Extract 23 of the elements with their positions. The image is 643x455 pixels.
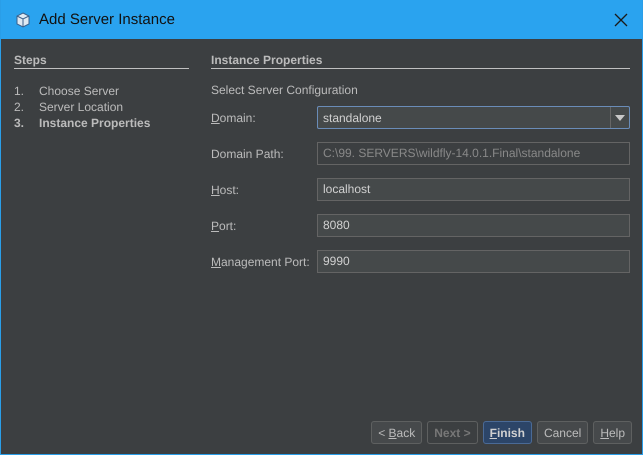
steps-heading: Steps <box>14 53 189 69</box>
section-subtitle: Select Server Configuration <box>211 83 359 97</box>
step-item: 1. Choose Server <box>14 83 120 99</box>
caret-icon <box>615 114 625 120</box>
step-item: 2. Server Location <box>14 99 124 115</box>
field-label: Host: <box>211 182 240 196</box>
dialog-button[interactable]: Finish <box>482 421 532 444</box>
close-icon[interactable] <box>614 12 628 26</box>
field-label: Port: <box>211 218 238 232</box>
dialog-button[interactable]: Help <box>593 421 632 444</box>
section-heading: Instance Properties <box>211 53 630 69</box>
dropdown[interactable]: standalone <box>317 106 630 129</box>
field-label: Domain: <box>211 110 257 124</box>
input-field[interactable]: localhost <box>317 178 630 201</box>
step-item: 3. Instance Properties <box>14 115 152 131</box>
window-title: Add Server Instance <box>39 11 176 28</box>
field-label: Management Port: <box>211 254 311 268</box>
cube-icon <box>15 12 31 28</box>
dialog-button[interactable]: < Back <box>371 421 422 444</box>
input-field[interactable]: 9990 <box>317 250 630 273</box>
field-label: Domain Path: <box>211 146 285 160</box>
dialog-button[interactable]: Cancel <box>536 421 588 444</box>
input-field[interactable]: 8080 <box>317 214 630 237</box>
